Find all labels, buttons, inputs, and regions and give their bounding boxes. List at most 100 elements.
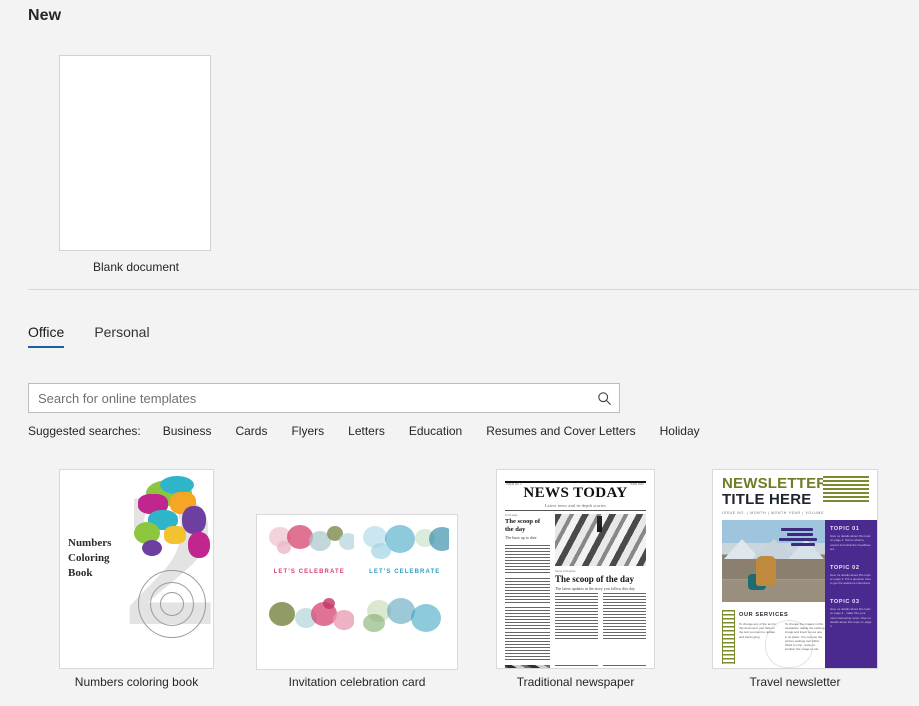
invitation-quadrant: LET'S CELEBRATE	[265, 523, 354, 589]
rule	[505, 510, 646, 511]
newspaper-column	[505, 665, 550, 668]
decor-shape	[410, 603, 441, 632]
decor-shape	[182, 506, 206, 534]
coloring-book-title-line-1: Numbers	[68, 537, 112, 549]
coloring-book-title: Numbers Coloring Book	[68, 536, 111, 581]
newspaper-kicker: Front page	[505, 514, 518, 517]
blank-document-tile[interactable]: Blank document	[59, 55, 213, 274]
newsletter-meta: ISSUE NO. | MONTH | MONTH YEAR | VOLUME	[722, 511, 825, 515]
tab-office[interactable]: Office	[28, 324, 65, 348]
tab-personal[interactable]: Personal	[94, 324, 149, 348]
newsletter-preview: NEWSLETTER TITLE HERE ISSUE NO. | MONTH …	[713, 470, 877, 668]
newspaper-photo-crosswalk	[555, 514, 646, 566]
decor-shape	[370, 543, 391, 559]
decor-shape	[781, 528, 813, 531]
template-tile-traditional-newspaper[interactable]: ISSUE NO. 1 DATE 2020 NEWS TODAY Latest …	[496, 469, 655, 689]
newsletter-topic: TOPIC 02 Give us details about this topi…	[830, 565, 872, 586]
newspaper-sidebox-left: ISSUE NO. 1	[506, 483, 522, 486]
suggested-searches-label: Suggested searches:	[28, 424, 141, 438]
invitation-quadrant: LET'S CELEBRATE	[360, 523, 449, 589]
coloring-book-preview: 2 Numbers Coloring Book	[60, 470, 213, 668]
suggested-link-cards[interactable]: Cards	[235, 424, 267, 438]
template-tile-invitation-celebration-card[interactable]: LET'S CELEBRATE LET'S CELEBRATE Invitati…	[256, 469, 458, 689]
newsletter-services-text-2: To change the images in this newsletter,…	[785, 622, 825, 652]
newspaper-masthead: NEWS TODAY	[523, 485, 628, 501]
decor-shape	[164, 526, 186, 544]
suggested-link-holiday[interactable]: Holiday	[660, 424, 700, 438]
newspaper-columns: Front page The scoop of the day The buzz…	[505, 514, 646, 662]
decor-shape	[791, 543, 815, 546]
newsletter-spiral-decoration	[722, 610, 735, 664]
newsletter-topic-text: Give us details about this topic on page…	[830, 572, 872, 586]
template-thumbnail-travel-newsletter[interactable]: NEWSLETTER TITLE HERE ISSUE NO. | MONTH …	[712, 469, 878, 669]
invitation-text: LET'S CELEBRATE	[369, 568, 441, 575]
newsletter-topic: TOPIC 03 Give us details about this topi…	[830, 599, 872, 629]
newspaper-column: Front page The scoop of the day The buzz…	[505, 514, 550, 662]
newsletter-services-text-1: To change any of the text in this docume…	[739, 622, 776, 639]
decor-shape	[188, 532, 210, 558]
newsletter-topic: TOPIC 01 Give us details about this topi…	[830, 526, 872, 552]
template-source-tabs: Office Personal	[28, 324, 180, 348]
invitation-card-preview: LET'S CELEBRATE LET'S CELEBRATE	[257, 515, 457, 669]
search-box[interactable]	[28, 383, 620, 413]
newsletter-services-body: To change any of the text in this docume…	[739, 622, 825, 651]
template-grid: 2 Numbers Coloring Book Numbers coloring…	[59, 469, 909, 699]
template-thumbnail-invitation-celebration-card[interactable]: LET'S CELEBRATE LET'S CELEBRATE	[256, 514, 458, 670]
newspaper-subhead-small: The buzz up to date	[505, 535, 537, 540]
newspaper-headline-small: The scoop of the day	[505, 518, 541, 533]
newspaper-tagline: Latest news and in-depth stories	[544, 503, 607, 508]
decor-shape	[277, 541, 291, 554]
newsletter-stripe-decoration	[823, 476, 869, 504]
blank-document-thumbnail[interactable]	[59, 55, 211, 251]
newsletter-title-line-2: TITLE HERE	[722, 491, 812, 508]
template-tile-numbers-coloring-book[interactable]: 2 Numbers Coloring Book Numbers coloring…	[59, 469, 214, 689]
newspaper-byline: Name of Reporter	[555, 570, 576, 574]
suggested-link-flyers[interactable]: Flyers	[291, 424, 324, 438]
decor-shape	[269, 601, 295, 626]
template-label-travel-newsletter: Travel newsletter	[749, 675, 841, 689]
decor-shape	[142, 540, 162, 556]
newspaper-column: Name of Reporter The scoop of the day Th…	[555, 514, 646, 662]
page-title: New	[28, 7, 62, 24]
newsletter-topic-heading: TOPIC 01	[830, 526, 860, 532]
newspaper-headline-big: The scoop of the day	[555, 574, 635, 585]
coloring-book-title-line-3: Book	[68, 567, 93, 579]
newspaper-preview: ISSUE NO. 1 DATE 2020 NEWS TODAY Latest …	[497, 470, 654, 668]
newsletter-topic-sidebar: TOPIC 01 Give us details about this topi…	[825, 520, 877, 668]
search-icon[interactable]	[589, 391, 619, 406]
decor-shape	[323, 597, 335, 609]
invitation-text: LET'S CELEBRATE	[273, 568, 345, 575]
template-thumbnail-traditional-newspaper[interactable]: ISSUE NO. 1 DATE 2020 NEWS TODAY Latest …	[496, 469, 655, 669]
decor-shape	[787, 533, 813, 536]
newspaper-subhead-big: The latest updates in the story you foll…	[555, 586, 635, 592]
template-thumbnail-numbers-coloring-book[interactable]: 2 Numbers Coloring Book	[59, 469, 214, 669]
newsletter-topic-heading: TOPIC 03	[830, 598, 860, 605]
newsletter-topic-text: Give us details about this topic on page…	[830, 534, 871, 552]
newspaper-photo-secondary	[505, 665, 550, 668]
template-label-numbers-coloring-book: Numbers coloring book	[74, 675, 199, 689]
decor-outline	[160, 592, 184, 616]
blank-document-label: Blank document	[92, 260, 180, 274]
newspaper-sidebox-right: DATE 2020	[630, 483, 644, 486]
section-divider	[28, 289, 919, 290]
newsletter-topic-heading: TOPIC 02	[830, 564, 860, 571]
search-input[interactable]	[29, 384, 589, 412]
suggested-link-resumes-and-cover-letters[interactable]: Resumes and Cover Letters	[486, 424, 635, 438]
template-label-invitation-celebration-card: Invitation celebration card	[288, 675, 426, 689]
suggested-link-letters[interactable]: Letters	[348, 424, 385, 438]
decor-shape	[779, 538, 817, 541]
newsletter-topic-text: Give us details about this topic on page…	[830, 606, 872, 629]
decor-shape	[362, 613, 385, 632]
invitation-quadrant	[360, 595, 449, 661]
suggested-searches: Suggested searches: Business Cards Flyer…	[28, 424, 724, 438]
newsletter-title-line-1: NEWSLETTER	[722, 475, 828, 492]
template-tile-travel-newsletter[interactable]: NEWSLETTER TITLE HERE ISSUE NO. | MONTH …	[712, 469, 878, 689]
decor-shape	[333, 609, 354, 630]
decor-shape	[756, 556, 776, 586]
rule	[505, 481, 646, 483]
decor-shape	[339, 533, 354, 550]
coloring-book-title-line-2: Coloring	[68, 552, 110, 564]
decor-shape	[428, 527, 449, 551]
suggested-link-education[interactable]: Education	[409, 424, 462, 438]
suggested-link-business[interactable]: Business	[163, 424, 212, 438]
